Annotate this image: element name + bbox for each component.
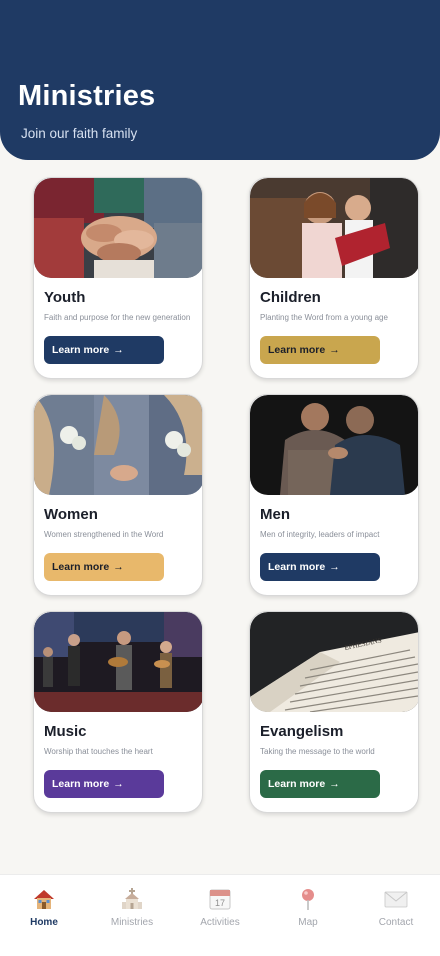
button-label: Learn more bbox=[268, 561, 326, 573]
house-icon bbox=[34, 890, 54, 909]
arrow-right-icon: → bbox=[329, 561, 340, 573]
arrow-right-icon: → bbox=[329, 778, 340, 790]
card-description: Taking the message to the world bbox=[260, 747, 375, 756]
card-description: Faith and purpose for the new generation bbox=[44, 313, 191, 322]
button-label: Learn more bbox=[52, 344, 110, 356]
map-pin-icon bbox=[302, 889, 314, 910]
card-title: Evangelism bbox=[260, 723, 344, 740]
nav-map[interactable]: Map bbox=[264, 875, 352, 956]
worship-band-photo bbox=[34, 612, 202, 712]
ministry-card-children[interactable]: Children Planting the Word from a young … bbox=[249, 177, 419, 379]
ministry-card-evangelism[interactable]: EPHESIANS Evangelism Taking the message … bbox=[249, 611, 419, 813]
envelope-icon bbox=[384, 891, 408, 908]
card-description: Worship that touches the heart bbox=[44, 747, 153, 756]
ministry-card-youth[interactable]: Youth Faith and purpose for the new gene… bbox=[33, 177, 203, 379]
button-label: Learn more bbox=[268, 778, 326, 790]
nav-home[interactable]: Home bbox=[0, 875, 88, 956]
arrow-right-icon: → bbox=[329, 344, 340, 356]
ministries-grid: Youth Faith and purpose for the new gene… bbox=[33, 177, 419, 813]
page-subtitle: Join our faith family bbox=[21, 126, 138, 141]
calendar-icon: 17 bbox=[209, 889, 231, 910]
arrow-right-icon: → bbox=[113, 561, 124, 573]
learn-more-button[interactable]: Learn more → bbox=[260, 770, 380, 798]
men-praying-photo bbox=[250, 395, 418, 495]
bottom-nav: Home Ministries 17 Activities Map Contac… bbox=[0, 874, 440, 956]
learn-more-button[interactable]: Learn more → bbox=[260, 553, 380, 581]
learn-more-button[interactable]: Learn more → bbox=[44, 770, 164, 798]
nav-ministries[interactable]: Ministries bbox=[88, 875, 176, 956]
women-flowers-photo bbox=[34, 395, 202, 495]
arrow-right-icon: → bbox=[113, 344, 124, 356]
nav-label: Ministries bbox=[110, 917, 154, 928]
ministry-card-men[interactable]: Men Men of integrity, leaders of impact … bbox=[249, 394, 419, 596]
card-description: Planting the Word from a young age bbox=[260, 313, 388, 322]
church-icon bbox=[122, 888, 142, 909]
nav-label: Contact bbox=[378, 917, 414, 928]
arrow-right-icon: → bbox=[113, 778, 124, 790]
nav-label: Home bbox=[30, 917, 58, 928]
children-reading-photo bbox=[250, 178, 418, 278]
hands-together-photo bbox=[34, 178, 202, 278]
learn-more-button[interactable]: Learn more → bbox=[44, 336, 164, 364]
button-label: Learn more bbox=[52, 561, 110, 573]
card-title: Men bbox=[260, 506, 290, 523]
ministry-card-women[interactable]: Women Women strengthened in the Word Lea… bbox=[33, 394, 203, 596]
card-title: Women bbox=[44, 506, 98, 523]
nav-label: Map bbox=[298, 917, 318, 928]
page-header: Ministries Join our faith family bbox=[0, 0, 440, 160]
open-bible-photo: EPHESIANS bbox=[250, 612, 418, 712]
card-title: Youth bbox=[44, 289, 86, 306]
ministry-card-music[interactable]: Music Worship that touches the heart Lea… bbox=[33, 611, 203, 813]
card-description: Women strengthened in the Word bbox=[44, 530, 164, 539]
nav-label: Activities bbox=[200, 917, 240, 928]
learn-more-button[interactable]: Learn more → bbox=[260, 336, 380, 364]
page-title: Ministries bbox=[18, 80, 156, 112]
nav-activities[interactable]: 17 Activities bbox=[176, 875, 264, 956]
learn-more-button[interactable]: Learn more → bbox=[44, 553, 164, 581]
svg-text:17: 17 bbox=[215, 898, 225, 908]
card-description: Men of integrity, leaders of impact bbox=[260, 530, 380, 539]
card-title: Children bbox=[260, 289, 321, 306]
nav-contact[interactable]: Contact bbox=[352, 875, 440, 956]
button-label: Learn more bbox=[268, 344, 326, 356]
card-title: Music bbox=[44, 723, 87, 740]
button-label: Learn more bbox=[52, 778, 110, 790]
